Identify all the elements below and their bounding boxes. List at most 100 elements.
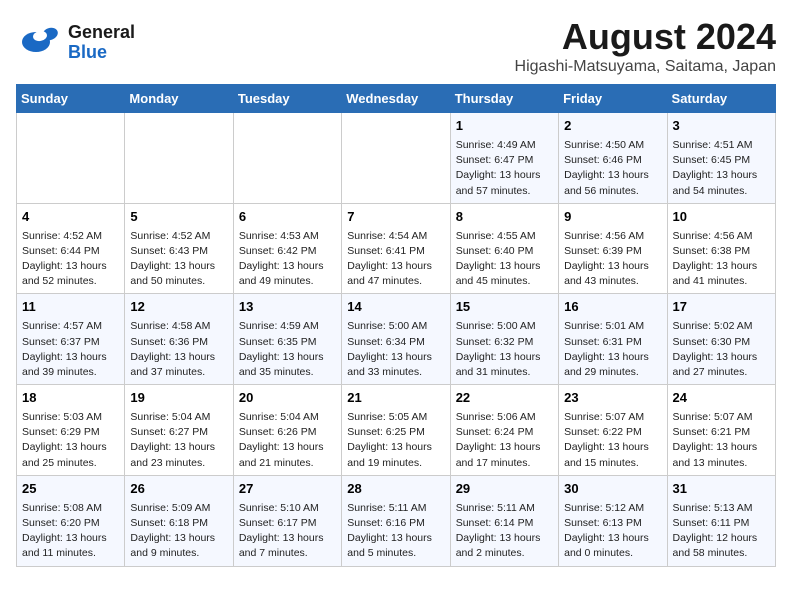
logo: General Blue [16,16,135,69]
calendar-cell: 20 Sunrise: 5:04 AM Sunset: 6:26 PM Dayli… [233,385,341,476]
day-number: 10 [673,208,770,227]
day-number: 16 [564,298,661,317]
calendar-cell: 16 Sunrise: 5:01 AM Sunset: 6:31 PM Dayli… [559,294,667,385]
day-number: 4 [22,208,119,227]
day-number: 15 [456,298,553,317]
day-info: Sunrise: 5:10 AM Sunset: 6:17 PM Dayligh… [239,501,336,562]
day-number: 31 [673,480,770,499]
calendar-cell: 30 Sunrise: 5:12 AM Sunset: 6:13 PM Dayli… [559,475,667,566]
day-info: Sunrise: 5:11 AM Sunset: 6:14 PM Dayligh… [456,501,553,562]
calendar-cell: 27Sunrise: 5:10 AM Sunset: 6:17 PM Dayli… [233,475,341,566]
day-info: Sunrise: 4:52 AM Sunset: 6:43 PM Dayligh… [130,229,227,290]
column-header-friday: Friday [559,85,667,113]
day-info: Sunrise: 4:54 AM Sunset: 6:41 PM Dayligh… [347,229,444,290]
day-info: Sunrise: 5:12 AM Sunset: 6:13 PM Dayligh… [564,501,661,562]
calendar-cell: 29 Sunrise: 5:11 AM Sunset: 6:14 PM Dayli… [450,475,558,566]
subtitle: Higashi-Matsuyama, Saitama, Japan [515,58,776,76]
calendar-cell: 21Sunrise: 5:05 AM Sunset: 6:25 PM Dayli… [342,385,450,476]
day-info: Sunrise: 4:50 AM Sunset: 6:46 PM Dayligh… [564,138,661,199]
calendar-cell: 7Sunrise: 4:54 AM Sunset: 6:41 PM Daylig… [342,203,450,294]
day-number: 14 [347,298,444,317]
main-title: August 2024 [515,16,776,58]
calendar-cell: 12Sunrise: 4:58 AM Sunset: 6:36 PM Dayli… [125,294,233,385]
day-number: 6 [239,208,336,227]
title-block: August 2024 Higashi-Matsuyama, Saitama, … [515,16,776,76]
calendar-table: SundayMondayTuesdayWednesdayThursdayFrid… [16,84,776,567]
day-number: 23 [564,389,661,408]
calendar-week-row: 18 Sunrise: 5:03 AM Sunset: 6:29 PM Dayli… [17,385,776,476]
day-number: 26 [130,480,227,499]
calendar-cell: 2 Sunrise: 4:50 AM Sunset: 6:46 PM Daylig… [559,113,667,204]
day-number: 29 [456,480,553,499]
calendar-cell: 23Sunrise: 5:07 AM Sunset: 6:22 PM Dayli… [559,385,667,476]
day-number: 20 [239,389,336,408]
day-info: Sunrise: 5:00 AM Sunset: 6:32 PM Dayligh… [456,319,553,380]
day-info: Sunrise: 5:04 AM Sunset: 6:27 PM Dayligh… [130,410,227,471]
day-number: 8 [456,208,553,227]
calendar-cell: 10 Sunrise: 4:56 AM Sunset: 6:38 PM Dayli… [667,203,775,294]
day-info: Sunrise: 5:07 AM Sunset: 6:21 PM Dayligh… [673,410,770,471]
calendar-cell [125,113,233,204]
calendar-cell: 6 Sunrise: 4:53 AM Sunset: 6:42 PM Daylig… [233,203,341,294]
calendar-week-row: 1 Sunrise: 4:49 AM Sunset: 6:47 PM Daylig… [17,113,776,204]
day-number: 28 [347,480,444,499]
day-number: 19 [130,389,227,408]
day-info: Sunrise: 5:04 AM Sunset: 6:26 PM Dayligh… [239,410,336,471]
calendar-cell: 17 Sunrise: 5:02 AM Sunset: 6:30 PM Dayli… [667,294,775,385]
day-info: Sunrise: 5:06 AM Sunset: 6:24 PM Dayligh… [456,410,553,471]
calendar-cell: 25Sunrise: 5:08 AM Sunset: 6:20 PM Dayli… [17,475,125,566]
column-header-tuesday: Tuesday [233,85,341,113]
day-info: Sunrise: 5:00 AM Sunset: 6:34 PM Dayligh… [347,319,444,380]
day-number: 9 [564,208,661,227]
column-header-sunday: Sunday [17,85,125,113]
logo-text: General Blue [68,23,135,63]
day-info: Sunrise: 4:52 AM Sunset: 6:44 PM Dayligh… [22,229,119,290]
day-info: Sunrise: 4:55 AM Sunset: 6:40 PM Dayligh… [456,229,553,290]
day-number: 12 [130,298,227,317]
calendar-cell: 19 Sunrise: 5:04 AM Sunset: 6:27 PM Dayli… [125,385,233,476]
day-info: Sunrise: 5:09 AM Sunset: 6:18 PM Dayligh… [130,501,227,562]
logo-bird-icon [16,16,64,64]
day-info: Sunrise: 4:59 AM Sunset: 6:35 PM Dayligh… [239,319,336,380]
day-number: 25 [22,480,119,499]
day-number: 18 [22,389,119,408]
calendar-cell [17,113,125,204]
calendar-cell: 24Sunrise: 5:07 AM Sunset: 6:21 PM Dayli… [667,385,775,476]
day-info: Sunrise: 4:56 AM Sunset: 6:39 PM Dayligh… [564,229,661,290]
day-number: 11 [22,298,119,317]
calendar-cell: 22 Sunrise: 5:06 AM Sunset: 6:24 PM Dayli… [450,385,558,476]
calendar-cell: 4 Sunrise: 4:52 AM Sunset: 6:44 PM Daylig… [17,203,125,294]
day-number: 5 [130,208,227,227]
calendar-cell: 15 Sunrise: 5:00 AM Sunset: 6:32 PM Dayli… [450,294,558,385]
day-info: Sunrise: 5:02 AM Sunset: 6:30 PM Dayligh… [673,319,770,380]
day-info: Sunrise: 5:13 AM Sunset: 6:11 PM Dayligh… [673,501,770,562]
day-number: 17 [673,298,770,317]
day-number: 30 [564,480,661,499]
day-info: Sunrise: 5:01 AM Sunset: 6:31 PM Dayligh… [564,319,661,380]
calendar-week-row: 11 Sunrise: 4:57 AM Sunset: 6:37 PM Dayli… [17,294,776,385]
calendar-cell [233,113,341,204]
column-header-thursday: Thursday [450,85,558,113]
day-number: 22 [456,389,553,408]
day-info: Sunrise: 4:51 AM Sunset: 6:45 PM Dayligh… [673,138,770,199]
calendar-cell [342,113,450,204]
calendar-cell: 13 Sunrise: 4:59 AM Sunset: 6:35 PM Dayli… [233,294,341,385]
calendar-cell: 1 Sunrise: 4:49 AM Sunset: 6:47 PM Daylig… [450,113,558,204]
day-info: Sunrise: 5:11 AM Sunset: 6:16 PM Dayligh… [347,501,444,562]
calendar-cell: 18 Sunrise: 5:03 AM Sunset: 6:29 PM Dayli… [17,385,125,476]
calendar-week-row: 4 Sunrise: 4:52 AM Sunset: 6:44 PM Daylig… [17,203,776,294]
day-number: 2 [564,117,661,136]
day-number: 1 [456,117,553,136]
calendar-cell: 3 Sunrise: 4:51 AM Sunset: 6:45 PM Daylig… [667,113,775,204]
day-info: Sunrise: 5:05 AM Sunset: 6:25 PM Dayligh… [347,410,444,471]
day-info: Sunrise: 5:03 AM Sunset: 6:29 PM Dayligh… [22,410,119,471]
day-number: 3 [673,117,770,136]
day-info: Sunrise: 4:49 AM Sunset: 6:47 PM Dayligh… [456,138,553,199]
day-info: Sunrise: 4:56 AM Sunset: 6:38 PM Dayligh… [673,229,770,290]
day-info: Sunrise: 4:57 AM Sunset: 6:37 PM Dayligh… [22,319,119,380]
day-info: Sunrise: 4:53 AM Sunset: 6:42 PM Dayligh… [239,229,336,290]
calendar-cell: 11 Sunrise: 4:57 AM Sunset: 6:37 PM Dayli… [17,294,125,385]
column-header-saturday: Saturday [667,85,775,113]
calendar-cell: 5 Sunrise: 4:52 AM Sunset: 6:43 PM Daylig… [125,203,233,294]
day-number: 13 [239,298,336,317]
